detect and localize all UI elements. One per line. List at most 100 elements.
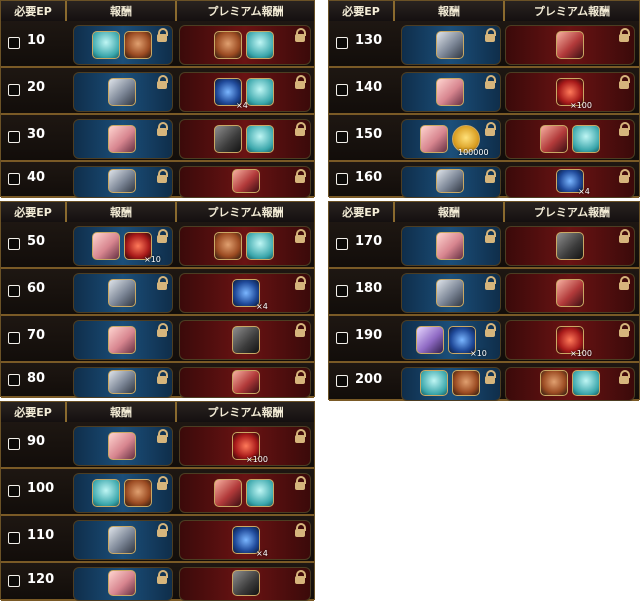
normal-reward-box[interactable]: ×10 bbox=[73, 226, 173, 266]
claim-checkbox[interactable] bbox=[8, 37, 20, 49]
premium-reward-box[interactable] bbox=[505, 226, 635, 266]
reward-panel-2: 必要EP 報酬 プレミアム報酬 130 140 ×100 150 100000 … bbox=[328, 0, 640, 198]
premium-reward-box[interactable] bbox=[505, 25, 635, 65]
bag-item-icon bbox=[214, 232, 242, 260]
reward-row: 150 100000 bbox=[329, 115, 639, 162]
ep-level: 50 bbox=[27, 234, 46, 249]
egg-item-icon bbox=[246, 232, 274, 260]
premium-reward-box[interactable] bbox=[179, 473, 311, 513]
normal-reward-box[interactable] bbox=[73, 25, 173, 65]
claim-checkbox[interactable] bbox=[8, 332, 20, 344]
premium-reward-box[interactable]: ×4 bbox=[179, 520, 311, 560]
header-ep: 必要EP bbox=[14, 5, 52, 18]
claim-checkbox[interactable] bbox=[8, 238, 20, 250]
normal-reward-box[interactable] bbox=[73, 567, 173, 601]
ep-level: 90 bbox=[27, 434, 46, 449]
normal-reward-box[interactable] bbox=[401, 273, 501, 313]
claim-checkbox[interactable] bbox=[8, 173, 20, 185]
ep-level: 30 bbox=[27, 127, 46, 142]
lock-icon bbox=[156, 122, 168, 136]
bag-item-icon bbox=[124, 479, 152, 507]
normal-reward-box[interactable] bbox=[401, 25, 501, 65]
normal-reward-box[interactable] bbox=[73, 72, 173, 112]
premium-reward-box[interactable]: ×4 bbox=[179, 273, 311, 313]
claim-checkbox[interactable] bbox=[336, 37, 348, 49]
premium-reward-box[interactable] bbox=[179, 166, 311, 198]
lock-icon bbox=[156, 370, 168, 384]
premium-reward-box[interactable] bbox=[179, 119, 311, 159]
normal-reward-box[interactable] bbox=[73, 320, 173, 360]
header-premium: プレミアム報酬 bbox=[207, 5, 284, 18]
ep-level: 200 bbox=[355, 372, 383, 387]
normal-reward-box[interactable]: ×10 bbox=[401, 320, 501, 360]
item-quantity: ×4 bbox=[256, 549, 268, 558]
lock-icon bbox=[618, 276, 630, 290]
normal-reward-box[interactable] bbox=[73, 273, 173, 313]
character-item-icon bbox=[436, 169, 464, 193]
normal-reward-box[interactable] bbox=[73, 426, 173, 466]
normal-reward-box[interactable]: 100000 bbox=[401, 119, 501, 159]
premium-reward-box[interactable] bbox=[179, 367, 311, 398]
ep-level: 170 bbox=[355, 234, 383, 249]
claim-checkbox[interactable] bbox=[8, 131, 20, 143]
reward-panel-4: 必要EP 報酬 プレミアム報酬 170 180 190 ×10 ×100 200 bbox=[328, 201, 640, 401]
normal-reward-box[interactable] bbox=[73, 367, 173, 398]
normal-reward-box[interactable] bbox=[401, 166, 501, 198]
claim-checkbox[interactable] bbox=[336, 131, 348, 143]
premium-reward-box[interactable] bbox=[505, 273, 635, 313]
normal-reward-box[interactable] bbox=[401, 72, 501, 112]
premium-reward-box[interactable] bbox=[179, 25, 311, 65]
header-premium: プレミアム報酬 bbox=[207, 206, 284, 219]
item-quantity: ×4 bbox=[578, 187, 590, 196]
premium-reward-box[interactable] bbox=[179, 320, 311, 360]
claim-checkbox[interactable] bbox=[8, 374, 20, 386]
lock-icon bbox=[618, 370, 630, 384]
claim-checkbox[interactable] bbox=[8, 575, 20, 587]
character-item-icon bbox=[436, 78, 464, 106]
claim-checkbox[interactable] bbox=[336, 84, 348, 96]
claim-checkbox[interactable] bbox=[8, 485, 20, 497]
egg-item-icon bbox=[92, 479, 120, 507]
premium-reward-box[interactable] bbox=[179, 567, 311, 601]
normal-reward-box[interactable] bbox=[73, 520, 173, 560]
claim-checkbox[interactable] bbox=[8, 532, 20, 544]
normal-reward-box[interactable] bbox=[73, 473, 173, 513]
claim-checkbox[interactable] bbox=[336, 285, 348, 297]
lock-icon bbox=[156, 523, 168, 537]
item-quantity: ×100 bbox=[570, 349, 592, 358]
premium-reward-box[interactable] bbox=[179, 226, 311, 266]
lock-icon bbox=[156, 276, 168, 290]
lock-icon bbox=[484, 276, 496, 290]
premium-reward-box[interactable]: ×100 bbox=[505, 320, 635, 360]
premium-reward-box[interactable] bbox=[505, 119, 635, 159]
premium-reward-box[interactable]: ×100 bbox=[179, 426, 311, 466]
premium-reward-box[interactable]: ×100 bbox=[505, 72, 635, 112]
premium-reward-box[interactable]: ×4 bbox=[505, 166, 635, 198]
claim-checkbox[interactable] bbox=[336, 238, 348, 250]
claim-checkbox[interactable] bbox=[8, 285, 20, 297]
ep-level: 160 bbox=[355, 170, 383, 185]
header-premium: プレミアム報酬 bbox=[533, 5, 611, 18]
lock-icon bbox=[294, 28, 306, 42]
normal-reward-box[interactable] bbox=[73, 166, 173, 198]
premium-reward-box[interactable] bbox=[505, 367, 635, 401]
normal-reward-box[interactable] bbox=[401, 226, 501, 266]
character-item-icon bbox=[232, 570, 260, 596]
claim-checkbox[interactable] bbox=[336, 332, 348, 344]
claim-checkbox[interactable] bbox=[8, 84, 20, 96]
claim-checkbox[interactable] bbox=[336, 173, 348, 185]
character-item-icon bbox=[232, 370, 260, 394]
claim-checkbox[interactable] bbox=[8, 438, 20, 450]
character-item-icon bbox=[108, 326, 136, 354]
claim-checkbox[interactable] bbox=[336, 375, 348, 387]
reward-row: 180 bbox=[329, 269, 639, 316]
header-ep: 必要EP bbox=[14, 206, 52, 219]
character-item-icon bbox=[556, 232, 584, 260]
normal-reward-box[interactable] bbox=[73, 119, 173, 159]
normal-reward-box[interactable] bbox=[401, 367, 501, 401]
egg-item-icon bbox=[420, 370, 448, 396]
ep-level: 100 bbox=[27, 481, 55, 496]
ep-level: 120 bbox=[27, 572, 55, 587]
premium-reward-box[interactable]: ×4 bbox=[179, 72, 311, 112]
lock-icon bbox=[156, 229, 168, 243]
